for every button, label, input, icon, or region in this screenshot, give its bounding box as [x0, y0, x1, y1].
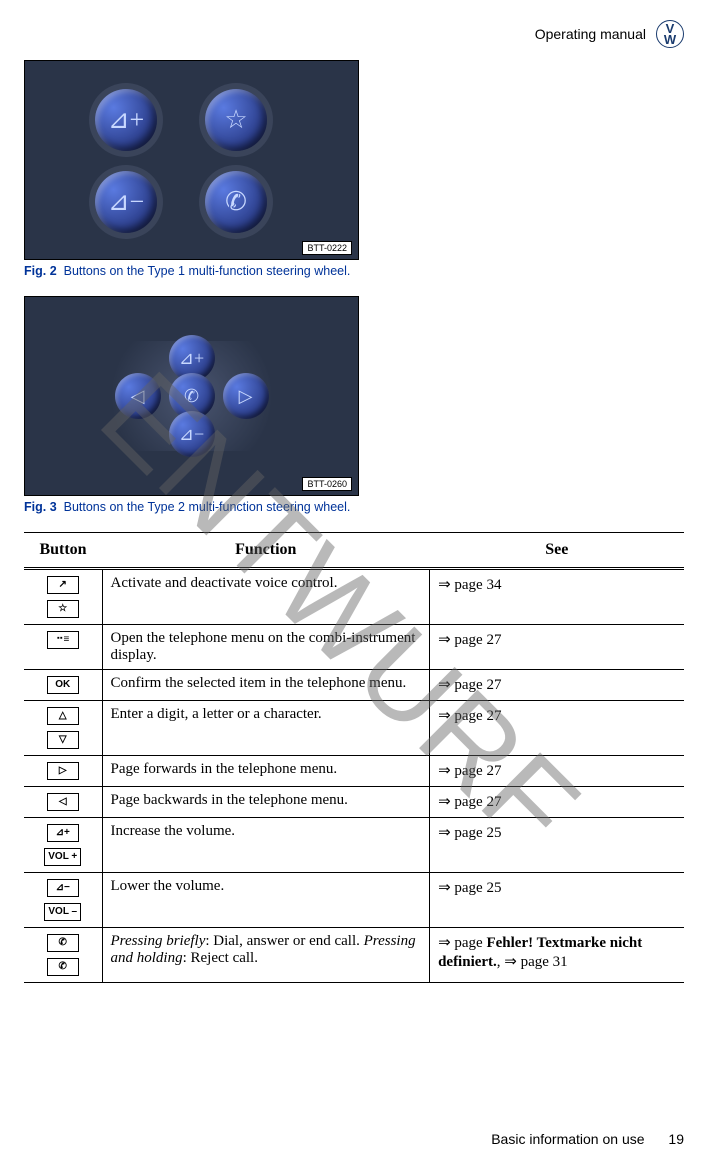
figure-3-caption: Fig. 3 Buttons on the Type 2 multi-funct…: [24, 500, 684, 514]
see-cell: ⇒ page 27: [430, 756, 684, 787]
button-icon: ◁: [47, 793, 79, 811]
table-row: OK Confirm the selected item in the telep…: [24, 670, 684, 701]
button-icon-cell: ⠒≡: [24, 625, 102, 670]
button-icon-cell: ✆✆: [24, 928, 102, 983]
footer-section: Basic information on use: [491, 1131, 644, 1147]
figure-3-text: Buttons on the Type 2 multi-function ste…: [64, 500, 351, 514]
th-button: Button: [24, 533, 102, 569]
button-icon: ✆: [47, 934, 79, 952]
button-icon: OK: [47, 676, 79, 694]
button-icon: △: [47, 707, 79, 725]
page-footer: Basic information on use 19: [491, 1131, 684, 1147]
function-cell: Page backwards in the telephone menu.: [102, 787, 430, 818]
button-icon: VOL –: [44, 903, 81, 921]
see-cell: ⇒ page 27: [430, 625, 684, 670]
th-function: Function: [102, 533, 430, 569]
button-icon: VOL +: [44, 848, 81, 866]
figure-2-text: Buttons on the Type 1 multi-function ste…: [64, 264, 351, 278]
vw-logo-icon: VW: [656, 20, 684, 48]
button-icon: ▷: [47, 762, 79, 780]
table-row: ⊿+ VOL + Increase the volume.⇒ page 25: [24, 818, 684, 873]
see-cell: ⇒ page 27: [430, 701, 684, 756]
button-icon: ↗: [47, 576, 79, 594]
function-cell: Increase the volume.: [102, 818, 430, 873]
figure-2-image: ⊿+ ☆ ⊿− ✆ BTT-0222: [24, 60, 359, 260]
see-cell: ⇒ page 34: [430, 569, 684, 625]
figure-3-tag: BTT-0260: [302, 477, 352, 491]
figure-2-tag: BTT-0222: [302, 241, 352, 255]
table-row: ✆✆Pressing briefly: Dial, answer or end …: [24, 928, 684, 983]
see-cell: ⇒ page Fehler! Textmarke nicht definiert…: [430, 928, 684, 983]
see-cell: ⇒ page 25: [430, 873, 684, 928]
button-function-table: Button Function See ↗☆Activate and deact…: [24, 532, 684, 983]
see-cell: ⇒ page 27: [430, 787, 684, 818]
button-icon: ⊿−: [47, 879, 79, 897]
button-icon: ⊿+: [47, 824, 79, 842]
see-cell: ⇒ page 27: [430, 670, 684, 701]
function-cell: Confirm the selected item in the telepho…: [102, 670, 430, 701]
header-title: Operating manual: [535, 26, 646, 42]
button-icon-cell: ◁: [24, 787, 102, 818]
page-header: Operating manual VW: [24, 20, 684, 48]
function-cell: Activate and deactivate voice control.: [102, 569, 430, 625]
button-icon-cell: ⊿+ VOL +: [24, 818, 102, 873]
button-icon-cell: △▽: [24, 701, 102, 756]
function-cell: Page forwards in the telephone menu.: [102, 756, 430, 787]
th-see: See: [430, 533, 684, 569]
figure-2-caption: Fig. 2 Buttons on the Type 1 multi-funct…: [24, 264, 684, 278]
function-cell: Open the telephone menu on the combi-ins…: [102, 625, 430, 670]
button-icon-cell: ↗☆: [24, 569, 102, 625]
button-icon: ⠒≡: [47, 631, 79, 649]
function-cell: Enter a digit, a letter or a character.: [102, 701, 430, 756]
see-cell: ⇒ page 25: [430, 818, 684, 873]
button-icon-cell: ⊿− VOL –: [24, 873, 102, 928]
figure-3-label: Fig. 3: [24, 500, 57, 514]
function-cell: Lower the volume.: [102, 873, 430, 928]
button-icon: ✆: [47, 958, 79, 976]
table-row: ▷ Page forwards in the telephone menu.⇒ p…: [24, 756, 684, 787]
table-row: △▽Enter a digit, a letter or a character…: [24, 701, 684, 756]
button-icon: ▽: [47, 731, 79, 749]
table-row: ◁ Page backwards in the telephone menu.⇒ …: [24, 787, 684, 818]
figure-3-image: ⊿+ ◁ ✆ ▷ ⊿− BTT-0260: [24, 296, 359, 496]
footer-page: 19: [668, 1131, 684, 1147]
button-icon-cell: ▷: [24, 756, 102, 787]
table-row: ⊿− VOL – Lower the volume.⇒ page 25: [24, 873, 684, 928]
table-row: ⠒≡ Open the telephone menu on the combi-i…: [24, 625, 684, 670]
figure-2-label: Fig. 2: [24, 264, 57, 278]
table-row: ↗☆Activate and deactivate voice control.…: [24, 569, 684, 625]
button-icon-cell: OK: [24, 670, 102, 701]
function-cell: Pressing briefly: Dial, answer or end ca…: [102, 928, 430, 983]
button-icon: ☆: [47, 600, 79, 618]
